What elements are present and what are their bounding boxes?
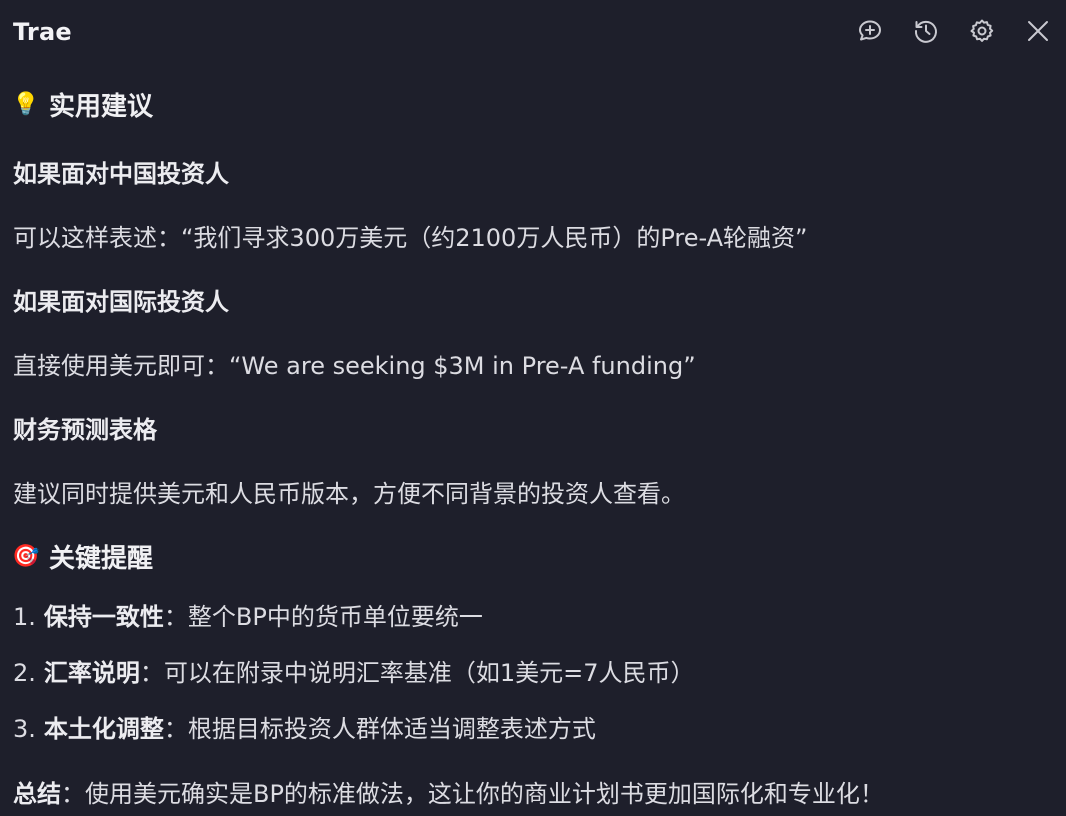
settings-icon[interactable] bbox=[968, 17, 996, 45]
list-number: 3. bbox=[13, 715, 36, 743]
section-title: 实用建议 bbox=[49, 92, 154, 122]
close-icon[interactable] bbox=[1024, 17, 1052, 45]
list-item: 2. 汇率说明：可以在附录中说明汇率基准（如1美元=7人民币） bbox=[13, 653, 695, 688]
section-heading-reminders: 🎯 关键提醒 bbox=[12, 538, 154, 575]
subheading-china-investors: 如果面对中国投资人 bbox=[13, 160, 229, 188]
list-item: 1. 保持一致性：整个BP中的货币单位要统一 bbox=[13, 597, 483, 632]
history-icon[interactable] bbox=[912, 17, 940, 45]
subheading-financial-table: 财务预测表格 bbox=[13, 416, 157, 444]
summary-label: 总结 bbox=[13, 780, 61, 808]
header-toolbar bbox=[856, 17, 1052, 45]
app-title: Trae bbox=[13, 18, 72, 46]
paragraph-financial-table: 建议同时提供美元和人民币版本，方便不同背景的投资人查看。 bbox=[13, 480, 685, 508]
panel-header: Trae bbox=[0, 0, 1066, 66]
list-item: 3. 本土化调整：根据目标投资人群体适当调整表述方式 bbox=[13, 709, 596, 744]
summary-paragraph: 总结：使用美元确实是BP的标准做法，这让你的商业计划书更加国际化和专业化！ bbox=[13, 774, 884, 809]
section-heading-suggestions: 💡 实用建议 bbox=[12, 86, 154, 123]
section-title: 关键提醒 bbox=[49, 544, 154, 574]
summary-text: ：使用美元确实是BP的标准做法，这让你的商业计划书更加国际化和专业化！ bbox=[61, 780, 884, 808]
paragraph-intl-investors: 直接使用美元即可：“We are seeking $3M in Pre-A fu… bbox=[13, 352, 696, 380]
list-item-text: ：整个BP中的货币单位要统一 bbox=[163, 603, 483, 631]
list-number: 1. bbox=[13, 603, 36, 631]
target-icon: 🎯 bbox=[12, 544, 40, 569]
paragraph-china-investors: 可以这样表述：“我们寻求300万美元（约2100万人民币）的Pre-A轮融资” bbox=[13, 224, 808, 252]
subheading-intl-investors: 如果面对国际投资人 bbox=[13, 288, 229, 316]
list-number: 2. bbox=[13, 659, 36, 687]
list-item-text: ：可以在附录中说明汇率基准（如1美元=7人民币） bbox=[139, 659, 695, 687]
list-item-bold: 汇率说明 bbox=[43, 659, 140, 687]
add-chat-icon[interactable] bbox=[856, 17, 884, 45]
list-item-text: ：根据目标投资人群体适当调整表述方式 bbox=[163, 715, 596, 743]
list-item-bold: 保持一致性 bbox=[43, 603, 164, 631]
lightbulb-icon: 💡 bbox=[12, 92, 40, 117]
list-item-bold: 本土化调整 bbox=[43, 715, 164, 743]
